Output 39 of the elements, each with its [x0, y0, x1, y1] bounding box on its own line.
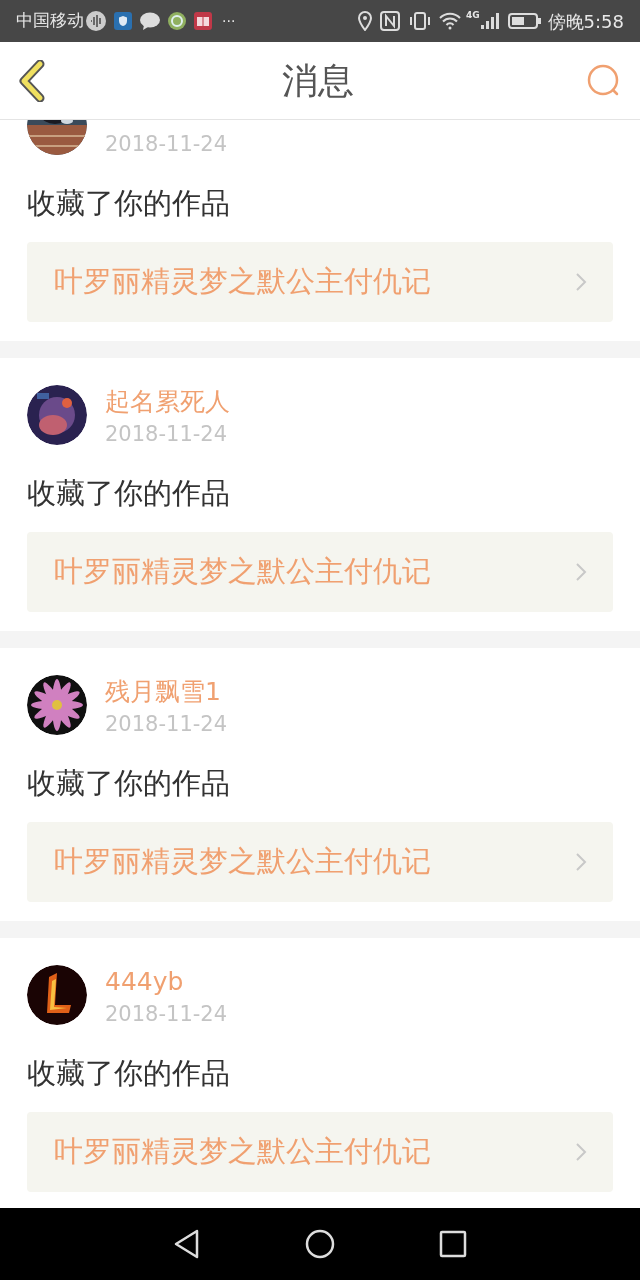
wifi-icon [437, 11, 462, 31]
message-date: 2018-11-24 [105, 421, 229, 448]
work-link[interactable]: 叶罗丽精灵梦之默公主付仇记 [27, 242, 613, 322]
user-name[interactable]: 残月飘雪1 [105, 675, 228, 709]
chat-icon [140, 12, 160, 30]
nfc-icon [379, 11, 400, 31]
work-link[interactable]: 叶罗丽精灵梦之默公主付仇记 [27, 822, 613, 902]
chevron-right-icon [575, 852, 587, 872]
more-notifications: ··· [222, 11, 236, 31]
message-text: 收藏了你的作品 [27, 185, 231, 221]
message-date: 2018-11-24 [105, 131, 228, 158]
location-icon [357, 11, 372, 31]
message-text: 收藏了你的作品 [27, 765, 231, 801]
chevron-right-icon [575, 272, 587, 292]
circle-icon [305, 1229, 335, 1259]
signal-icon [479, 12, 500, 30]
square-icon [439, 1230, 468, 1258]
shield-icon [114, 12, 132, 30]
work-link[interactable]: 叶罗丽精灵梦之默公主付仇记 [27, 532, 613, 612]
carrier-name: 中国移动 [16, 9, 84, 33]
book-icon [194, 12, 212, 30]
user-name[interactable]: 起名累死人 [105, 385, 230, 419]
vibrate-icon [407, 11, 432, 31]
triangle-icon [172, 1229, 201, 1259]
back-icon [18, 59, 46, 102]
battery-icon [507, 12, 542, 30]
chevron-right-icon [575, 1142, 587, 1162]
audio-icon [86, 11, 106, 31]
work-link[interactable]: 叶罗丽精灵梦之默公主付仇记 [27, 1112, 613, 1192]
message-date: 2018-11-24 [105, 711, 228, 738]
chevron-right-icon [575, 562, 587, 582]
message-text: 收藏了你的作品 [27, 1055, 231, 1091]
page-title: 消息 [282, 58, 354, 103]
clock-time: 傍晚5:58 [547, 9, 624, 34]
network-type: 4G [465, 9, 480, 22]
message-date: 2018-11-24 [105, 1001, 228, 1028]
message-text: 收藏了你的作品 [27, 475, 231, 511]
app-icon [168, 12, 186, 30]
user-name[interactable]: 444yb [105, 965, 228, 999]
